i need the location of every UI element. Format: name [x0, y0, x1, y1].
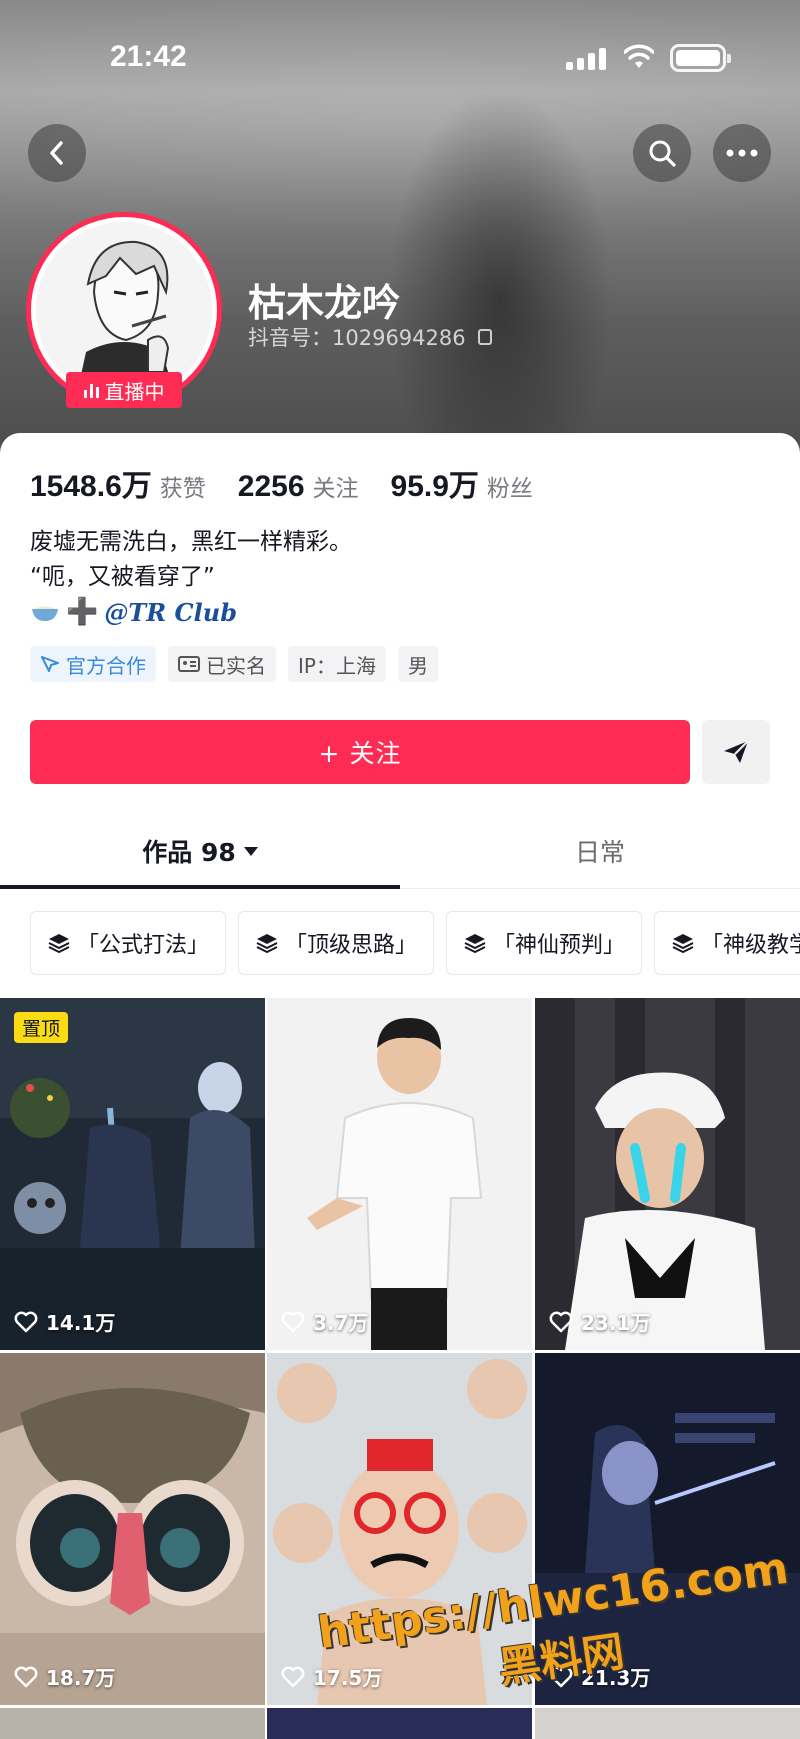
collection-row: 「公式打法」 「顶级思路」 「神仙预判」 「神级教学」 [30, 911, 800, 977]
plus-emoji-icon: ➕ [66, 597, 99, 627]
stats-row: 1548.6万 获赞 2256 关注 95.9万 粉丝 [30, 461, 565, 505]
heart-icon [281, 1311, 305, 1332]
bio: 废墟无需洗白，黑红一样精彩。 “呃，又被看穿了” ➕ @TR Club [30, 525, 352, 630]
video-thumbnail[interactable] [0, 1708, 265, 1739]
live-badge-label: 直播中 [104, 379, 165, 404]
collection-label: 「神级教学」 [700, 933, 800, 958]
more-button[interactable] [713, 124, 771, 182]
tag-official[interactable]: 官方合作 [30, 646, 156, 682]
nickname: 枯木龙吟 [248, 281, 401, 325]
video-thumbnail[interactable]: 18.7万 [0, 1353, 265, 1705]
stat-value: 95.9万 [390, 470, 479, 503]
stat-value: 1548.6万 [30, 470, 152, 503]
bio-line: ➕ @TR Club [30, 595, 352, 630]
stat-likes: 1548.6万 获赞 [30, 461, 206, 505]
status-time: 21:42 [110, 40, 187, 73]
bio-line: 废墟无需洗白，黑红一样精彩。 [30, 529, 352, 555]
search-button[interactable] [633, 124, 691, 182]
stat-following[interactable]: 2256 关注 [238, 469, 359, 504]
stat-label: 获赞 [159, 476, 206, 502]
video-cover [0, 998, 265, 1350]
likes-count: 18.7万 [46, 1666, 116, 1690]
chevron-left-icon [50, 141, 63, 165]
live-badge[interactable]: 直播中 [66, 372, 182, 408]
stat-value: 2256 [237, 470, 305, 503]
video-thumbnail[interactable]: 3.7万 [267, 998, 532, 1350]
stat-label: 粉丝 [486, 476, 533, 502]
more-dots-icon [726, 149, 758, 157]
wifi-icon [624, 44, 654, 68]
layers-icon [464, 934, 486, 954]
video-likes: 3.7万 [281, 1307, 368, 1336]
bowl-icon [32, 606, 58, 621]
bio-line: “呃，又被看穿了” [30, 564, 215, 590]
official-icon [41, 656, 59, 672]
tag-label: IP：上海 [298, 653, 376, 678]
heart-icon [281, 1666, 305, 1687]
collection-chip[interactable]: 「神级教学」 [654, 911, 800, 975]
id-card-icon [178, 656, 200, 672]
tab-daily-label: 日常 [574, 838, 625, 867]
douyin-id[interactable]: 抖音号：1029694286 [248, 322, 492, 352]
tag-verified: 已实名 [168, 646, 276, 682]
status-bar: 21:42 [0, 36, 800, 76]
tab-underline [0, 885, 400, 889]
likes-count: 3.7万 [313, 1311, 369, 1335]
back-button[interactable] [28, 124, 86, 182]
heart-icon [549, 1311, 573, 1332]
profile-card: 1548.6万 获赞 2256 关注 95.9万 粉丝 废墟无需洗白，黑红一样精… [0, 433, 800, 1739]
tag-label: 男 [407, 653, 428, 678]
tab-works-label: 作品 98 [142, 838, 236, 867]
tab-daily[interactable]: 日常 [400, 813, 800, 889]
share-button[interactable] [702, 720, 770, 784]
video-thumbnail[interactable]: 23.1万 [535, 998, 800, 1350]
pinned-badge: 置顶 [14, 1012, 69, 1043]
tag-row: 官方合作 已实名 IP：上海 男 [30, 646, 438, 682]
layers-icon [672, 934, 694, 954]
video-thumbnail[interactable]: 置顶 14.1万 [0, 998, 265, 1350]
tag-gender: 男 [397, 646, 438, 682]
collection-label: 「公式打法」 [76, 933, 209, 958]
layers-icon [48, 934, 70, 954]
collection-label: 「神仙预判」 [492, 933, 625, 958]
heart-icon [14, 1311, 38, 1332]
layers-icon [256, 934, 278, 954]
video-cover [535, 998, 800, 1350]
video-likes: 14.1万 [14, 1307, 115, 1336]
mention-link[interactable]: @TR Club [104, 595, 237, 630]
tag-label: 已实名 [206, 653, 266, 678]
copy-icon[interactable] [477, 329, 492, 345]
signal-icon [566, 46, 608, 70]
stat-followers[interactable]: 95.9万 粉丝 [391, 461, 533, 505]
search-icon [649, 140, 676, 167]
tab-bar: 作品 98 日常 [0, 813, 800, 889]
send-icon [724, 740, 749, 763]
video-likes: 23.1万 [549, 1307, 650, 1336]
douyin-id-text: 抖音号：1029694286 [248, 326, 466, 350]
collection-label: 「顶级思路」 [284, 933, 417, 958]
likes-count: 14.1万 [46, 1311, 116, 1335]
caret-down-icon [243, 846, 258, 856]
stat-label: 关注 [312, 476, 359, 502]
video-cover [0, 1353, 265, 1705]
tag-label: 官方合作 [66, 653, 146, 678]
collection-chip[interactable]: 「公式打法」 [30, 911, 226, 975]
follow-button[interactable]: + 关注 [30, 720, 690, 784]
collection-chip[interactable]: 「顶级思路」 [238, 911, 434, 975]
likes-count: 23.1万 [581, 1311, 651, 1335]
live-bars-icon [83, 382, 99, 398]
tab-works[interactable]: 作品 98 [0, 813, 400, 889]
video-likes: 18.7万 [14, 1662, 115, 1691]
tag-ip: IP：上海 [288, 646, 386, 682]
collection-chip[interactable]: 「神仙预判」 [446, 911, 642, 975]
video-cover [267, 998, 532, 1350]
profile-header: 21:42 直播中 枯木龙吟 抖音号：1029694286 [0, 0, 800, 460]
battery-icon [670, 44, 731, 72]
heart-icon [14, 1666, 38, 1687]
